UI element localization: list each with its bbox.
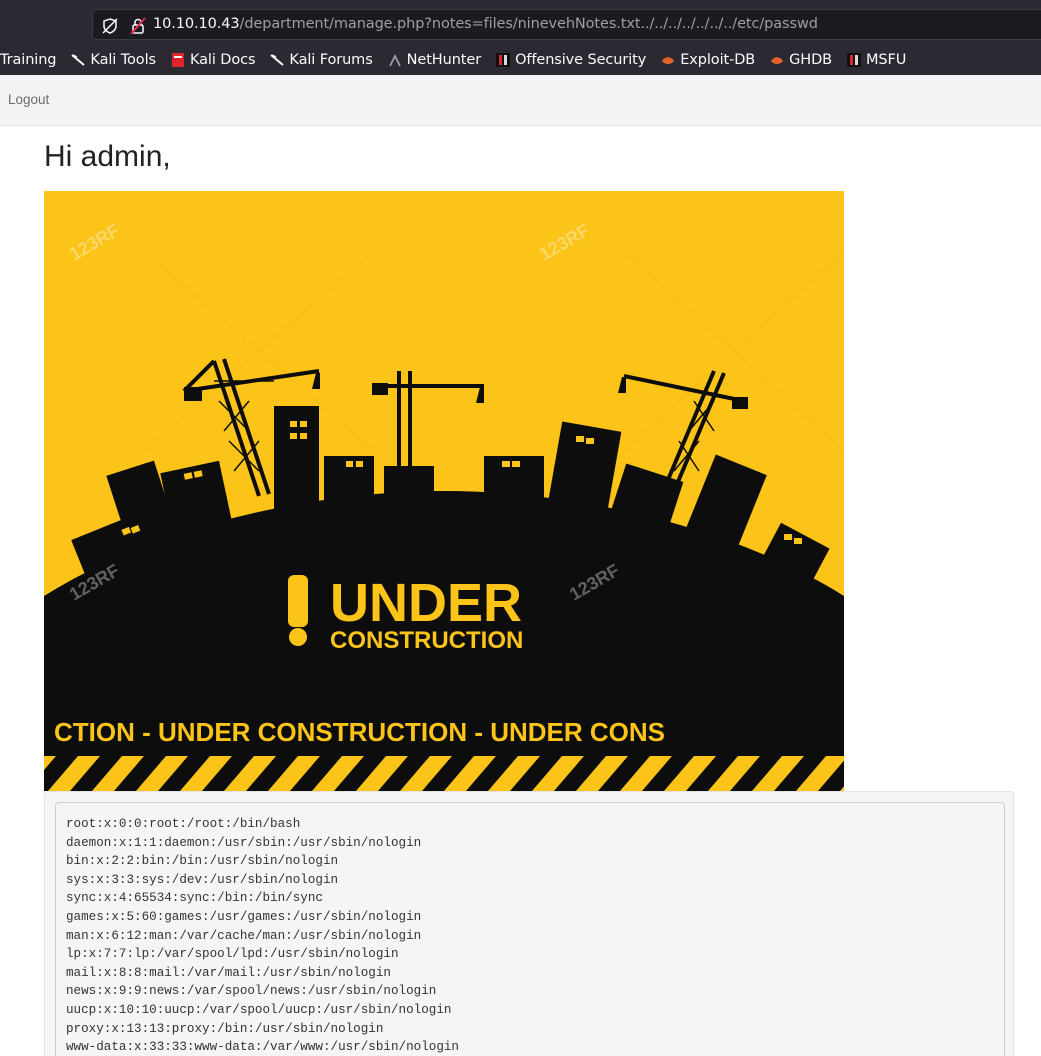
bookmark-kali-tools[interactable]: Kali Tools [70,52,156,68]
bookmark-label: GHDB [789,52,832,68]
banner-subheadline: CONSTRUCTION [330,627,523,654]
bookmark-label: Kali Tools [90,52,156,68]
bookmark-offensive-security[interactable]: Offensive Security [495,52,646,68]
bookmark-training[interactable]: Training [0,52,57,68]
url-text[interactable]: 10.10.10.43/department/manage.php?notes=… [153,16,818,32]
passwd-line: sync:x:4:65534:sync:/bin:/bin/sync [66,891,323,906]
bookmark-label: NetHunter [406,52,482,68]
browser-toolbar: 10.10.10.43/department/manage.php?notes=… [0,0,1041,45]
bookmark-kali-docs[interactable]: Kali Docs [170,52,256,68]
kali-dragon-icon [269,52,289,68]
bookmark-label: Exploit-DB [680,52,756,68]
bookmark-label: MSFU [866,52,907,68]
url-path: /department/manage.php?notes=files/ninev… [239,16,818,32]
passwd-line: news:x:9:9:news:/var/spool/news:/usr/sbi… [66,984,437,999]
url-host: 10.10.10.43 [153,16,240,32]
passwd-line: lp:x:7:7:lp:/var/spool/lpd:/usr/sbin/nol… [66,947,399,962]
top-navbar: Logout [0,75,1041,126]
passwd-line: daemon:x:1:1:daemon:/usr/sbin:/usr/sbin/… [66,835,422,850]
bookmark-nethunter[interactable]: NetHunter [387,52,481,68]
file-contents: root:x:0:0:root:/root:/bin/bash daemon:x:… [55,802,1005,1056]
bookmark-kali-forums[interactable]: Kali Forums [269,52,373,68]
passwd-line: sys:x:3:3:sys:/dev:/usr/sbin/nologin [66,872,339,887]
offsec-icon [846,52,866,68]
insecure-lock-icon[interactable] [129,17,147,35]
bookmark-label: Kali Docs [189,52,256,68]
under-construction-image: 123RF 123RF 123RF 123RF UNDER CONSTRUCTI… [44,191,844,791]
logout-link[interactable]: Logout [8,92,49,107]
bookmark-exploit-db[interactable]: Exploit-DB [660,52,755,68]
exploitdb-icon [769,52,789,68]
greeting-heading: Hi admin, [44,140,171,173]
passwd-line: bin:x:2:2:bin:/bin:/usr/sbin/nologin [66,854,339,869]
passwd-line: games:x:5:60:games:/usr/games:/usr/sbin/… [66,909,422,924]
bookmark-label: Kali Forums [289,52,373,68]
passwd-line: www-data:x:33:33:www-data:/var/www:/usr/… [66,1040,459,1055]
passwd-line: man:x:6:12:man:/var/cache/man:/usr/sbin/… [66,928,422,943]
bookmark-ghdb[interactable]: GHDB [769,52,832,68]
passwd-line: root:x:0:0:root:/root:/bin/bash [66,817,301,831]
bookmark-label: Training [0,52,57,68]
bookmark-msfu[interactable]: MSFU [846,52,906,68]
passwd-line: mail:x:8:8:mail:/var/mail:/usr/sbin/nolo… [66,965,391,980]
kali-dragon-icon [70,52,90,68]
kali-docs-icon [170,52,190,68]
exploitdb-icon [660,52,680,68]
url-bar[interactable]: 10.10.10.43/department/manage.php?notes=… [92,9,1041,40]
banner-ticker: CTION - UNDER CONSTRUCTION - UNDER CONS [54,717,665,747]
bookmarks-toolbar: Training Kali Tools Kali Docs Kali Forums Ne… [0,45,1041,75]
passwd-line: uucp:x:10:10:uucp:/var/spool/uucp:/usr/s… [66,1002,452,1017]
notes-well: root:x:0:0:root:/root:/bin/bash daemon:x:… [44,791,1014,1056]
bookmark-label: Offensive Security [515,52,647,68]
offsec-icon [495,52,515,68]
banner-headline: UNDER [330,573,522,633]
passwd-line: proxy:x:13:13:proxy:/bin:/usr/sbin/nolog… [66,1021,384,1036]
nethunter-icon [387,52,407,68]
tracking-protection-icon[interactable] [101,17,119,35]
construction-illustration: 123RF 123RF 123RF 123RF UNDER CONSTRUCTI… [44,191,844,791]
